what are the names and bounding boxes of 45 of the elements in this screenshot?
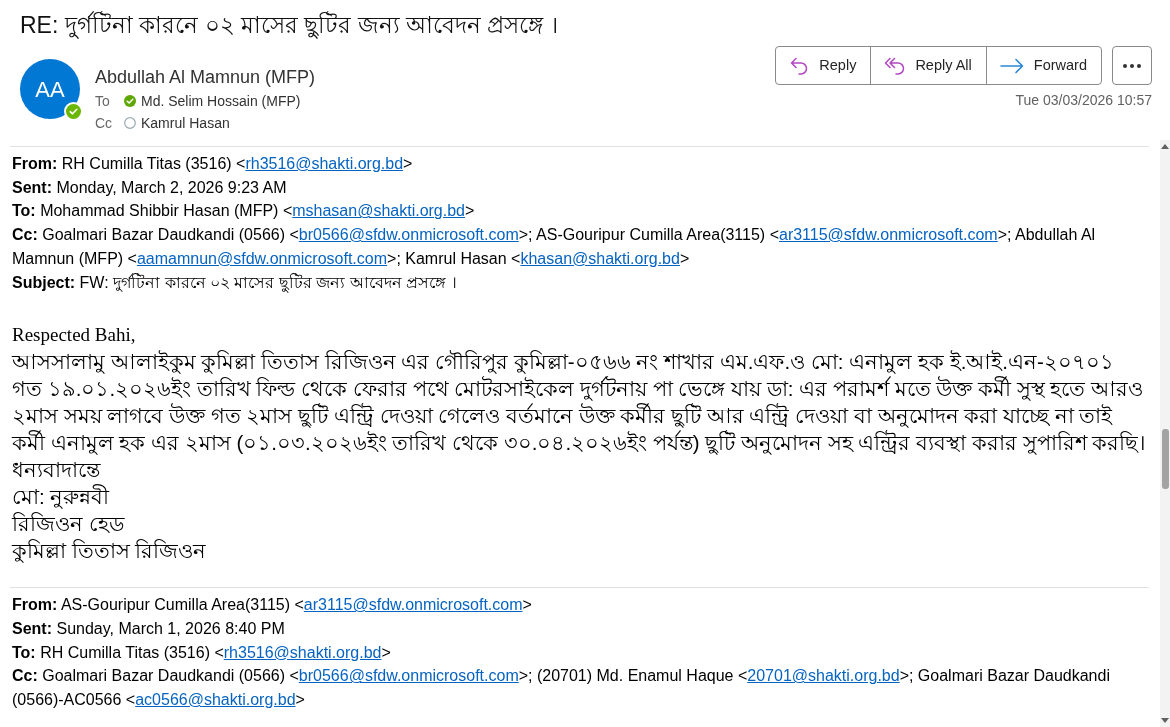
signature-line: ধন্যবাদান্তে [12, 457, 102, 484]
header-field: From: AS-Gouripur Cumilla Area(3115) <ar3115@sfdw.onmicrosoft.com> [10, 593, 1149, 617]
avatar: AA [20, 59, 80, 119]
email-link[interactable]: aamamnun@sfdw.onmicrosoft.com [136, 249, 388, 267]
header-field: From: RH Cumilla Titas (3516) <rh3516@shakti.org.bd> [10, 152, 1149, 176]
recipient-name[interactable]: Kamrul Hasan [141, 112, 230, 134]
scroll-up-icon [1161, 144, 1169, 149]
email-link[interactable]: rh3516@shakti.org.bd [223, 643, 382, 661]
recipient-name[interactable]: Md. Selim Hossain (MFP) [141, 90, 301, 112]
email-link[interactable]: mshasan@shakti.org.bd [292, 202, 465, 220]
header-field: Cc: Goalmari Bazar Daudkandi (0566) <br0566@sfdw.onmicrosoft.com>; (20701) Md. Enamul Haque <20701@shakti.org.bd>; Goalmari Bazar Daudkandi (0566)-AC0566 <ac0566@shakti.org.bd> [10, 664, 1149, 712]
email-link[interactable]: ac0566@shakti.org.bd [135, 691, 296, 709]
sender-name: Abdullah Al Mamnun (MFP) [95, 66, 316, 89]
header-field: To: Mohammad Shibbir Hasan (MFP) <mshasan@shakti.org.bd> [10, 199, 1149, 224]
email-link[interactable]: rh3516@shakti.org.bd [245, 155, 404, 172]
email-link[interactable]: 20701@shakti.org.bd [747, 667, 900, 685]
header-field: To: RH Cumilla Titas (3516) <rh3516@shakti.org.bd> [10, 640, 1149, 665]
recipient-label: Cc [95, 114, 114, 133]
more-button[interactable] [1112, 46, 1152, 85]
email-link[interactable]: ar3115@sfdw.onmicrosoft.com [303, 596, 523, 614]
reply-icon [789, 55, 810, 76]
reply-all-button[interactable]: Reply All [870, 46, 987, 85]
message-paragraph: আসসালামু আলাইকুম কুমিল্লা তিতাস রিজিওন এর গৌরিপুর কুমিল্লা-০৫৬৬ নং শাখার এম.এফ.ও মো: এনামুল হক ই.আই.এন-২০৭০১ গত ১৯.০১.২০২৬ইং তারিখ ফিল্ড থেকে ফেরার পথে মোটরসাইকেল দুর্গটনায় পা ভেঙ্গে যায় ডা: এর পরামর্শ মতে উক্ত কর্মী সুস্থ হতে আরও ২মাস সময় লাগবে উক্ত গত ২মাস ছুটি এন্ট্রি দেওয়া গেলেও বর্তমানে উক্ত কর্মীর ছুটি আর এন্ট্রি দেওয়া বা অনুমোদন করা যাচ্ছে না তাই কর্মী এনামুল হক এর ২মাস (০১.০৩.২০২৬ইং তারিখ থেকে ৩০.০৪.২০২৬ইং পর্যন্ত) ছুটি অনুমোদন সহ এন্ট্রির ব্যবস্থা করার সুপারিশ করছি। [12, 349, 1148, 457]
scroll-down-icon [1161, 718, 1169, 723]
reply-all-icon [884, 55, 906, 76]
more-icon [1123, 63, 1141, 68]
signature-line: রিজিওন হেড [12, 511, 126, 538]
recipient-label: To [95, 92, 111, 111]
email-link[interactable]: br0566@sfdw.onmicrosoft.com [298, 667, 519, 685]
header-field: Sent: Sunday, March 1, 2026 8:40 PM [10, 616, 1149, 641]
header-field: Sent: Monday, March 2, 2026 9:23 AM [10, 175, 1149, 200]
email-subject: RE: দুর্গটিনা কারনে ০২ মাসের ছুটির জন্য আবেদন প্রসঙ্গে । [19, 10, 559, 41]
email-link[interactable]: ar3115@sfdw.onmicrosoft.com [779, 226, 998, 244]
email-link[interactable]: br0566@sfdw.onmicrosoft.com [298, 226, 519, 244]
email-link[interactable]: khasan@shakti.org.bd [520, 249, 680, 267]
header-field: Cc: Goalmari Bazar Daudkandi (0566) <br0566@sfdw.onmicrosoft.com>; AS-Gouripur Cumilla Area(3115) <ar3115@sfdw.onmicrosoft.com>; Abdullah Al Mamnun (MFP) <aamamnun@sfdw.onmicrosoft.com>; Kamrul Hasan <khasan@shakti.org.bd> [10, 223, 1149, 271]
forward-arrow-icon [999, 57, 1024, 74]
reply-button[interactable]: Reply [775, 46, 872, 85]
signature-line: মো: নুরুন্নবী [12, 483, 111, 511]
scrollbar-thumb[interactable] [1161, 429, 1169, 489]
header-field: Subject: FW: দুর্গটিনা কারনে ০২ মাসের ছুটির জন্য আবেদন প্রসঙ্গে । [10, 270, 1149, 295]
forward-button[interactable]: Forward [985, 46, 1102, 85]
greeting-text: Respected Bahi, [12, 323, 137, 348]
received-date: Tue 03/03/2026 10:57 [1015, 91, 1152, 110]
signature-line: কুমিল্লা তিতাস রিজিওন [12, 538, 208, 565]
